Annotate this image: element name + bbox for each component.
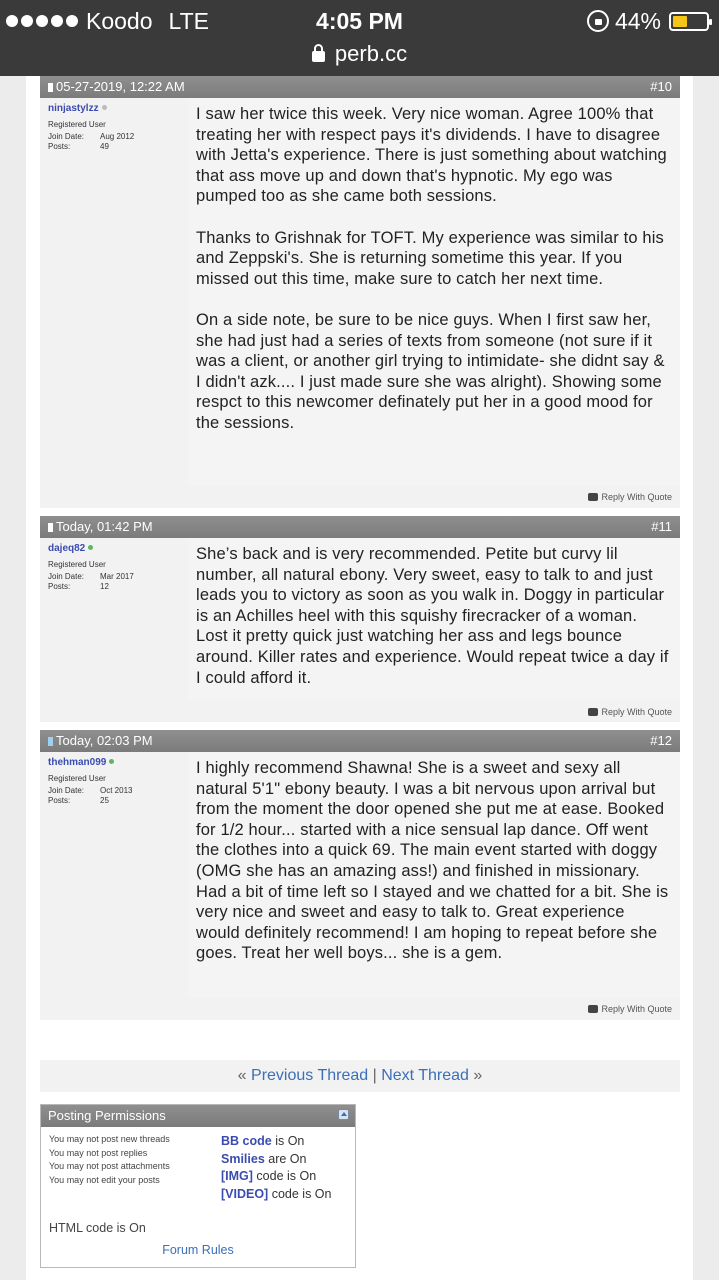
join-date-label: Join Date: — [48, 572, 85, 581]
html-code-state: HTML code is On — [49, 1221, 146, 1235]
nav-separator: | — [372, 1067, 377, 1084]
post-date: Today, 01:42 PM — [56, 519, 153, 534]
thread-navigation: « Previous Thread | Next Thread » — [40, 1060, 680, 1092]
posting-permissions-panel: Posting Permissions You may not post new… — [40, 1104, 356, 1268]
reply-with-quote-button[interactable]: Reply With Quote — [588, 707, 672, 717]
offline-indicator-icon — [101, 105, 107, 110]
user-role: Registered User — [48, 560, 106, 569]
video-code-state: code is On — [271, 1186, 332, 1201]
post-body: I highly recommend Shawna! She is a swee… — [188, 752, 680, 998]
post-count-label: Posts: — [48, 142, 71, 151]
address-bar[interactable]: perb.cc — [0, 40, 719, 68]
post: 05-27-2019, 12:22 AM #10 ninjastylzz Reg… — [40, 76, 680, 508]
post-header: Today, 02:03 PM #12 — [40, 730, 680, 752]
reply-with-quote-label: Reply With Quote — [601, 492, 672, 502]
user-info: thehman099 Registered User Join Date: Oct… — [48, 757, 188, 805]
status-bar: Koodo LTE 4:05 PM 44% perb.cc — [0, 0, 719, 76]
panel-title: Posting Permissions — [48, 1108, 166, 1123]
forum-rules-link[interactable]: Forum Rules — [41, 1243, 355, 1257]
smilies-state: are On — [268, 1151, 307, 1166]
post-date: 05-27-2019, 12:22 AM — [56, 79, 185, 94]
user-info: dajeq82 Registered User Join Date: Mar 20… — [48, 543, 188, 591]
online-indicator-icon — [109, 759, 115, 764]
post-number-link[interactable]: #11 — [651, 516, 672, 538]
permission-rules: You may not post new threads You may not… — [49, 1133, 170, 1187]
bbcode-link[interactable]: BB code — [221, 1134, 272, 1148]
post: Today, 02:03 PM #12 thehman099 Registere… — [40, 730, 680, 1020]
join-date-value: Oct 2013 — [100, 786, 133, 795]
padlock-icon — [311, 44, 325, 62]
quote-icon — [588, 1005, 599, 1013]
bbcode-state: is On — [275, 1134, 305, 1148]
rule-item: You may not edit your posts — [49, 1174, 160, 1185]
post-header: Today, 01:42 PM #11 — [40, 516, 680, 538]
post-body: I saw her twice this week. Very nice wom… — [188, 98, 680, 486]
username-link[interactable]: thehman099 — [48, 757, 106, 768]
join-date-label: Join Date: — [48, 132, 85, 141]
username-link[interactable]: dajeq82 — [48, 543, 85, 554]
next-arrow-icon: » — [473, 1067, 483, 1084]
post-status-icon — [48, 83, 53, 92]
post-count-value: 12 — [100, 582, 109, 591]
post-body: She’s back and is very recommended. Peti… — [188, 538, 680, 700]
previous-thread-link[interactable]: Previous Thread — [251, 1067, 368, 1084]
post: Today, 01:42 PM #11 dajeq82 Registered U… — [40, 516, 680, 722]
battery-percent: 44% — [614, 8, 661, 34]
reply-with-quote-label: Reply With Quote — [601, 1004, 672, 1014]
post-number-link[interactable]: #10 — [650, 76, 672, 98]
username-link[interactable]: ninjastylzz — [48, 103, 99, 114]
rule-item: You may not post new threads — [49, 1134, 170, 1144]
online-indicator-icon — [88, 545, 94, 550]
rotation-lock-icon — [586, 10, 609, 32]
reply-with-quote-button[interactable]: Reply With Quote — [588, 492, 672, 502]
prev-arrow-icon: « — [237, 1067, 247, 1084]
user-info: ninjastylzz Registered User Join Date: Au… — [48, 103, 188, 151]
img-code-link[interactable]: [IMG] — [221, 1169, 253, 1183]
post-count-value: 49 — [100, 142, 109, 151]
markup-settings: BB code is On Smilies are On [IMG] code … — [221, 1133, 351, 1203]
post-status-icon — [48, 737, 53, 746]
post-count-value: 25 — [100, 796, 109, 805]
collapse-icon[interactable] — [338, 1109, 349, 1120]
reply-with-quote-button[interactable]: Reply With Quote — [588, 1004, 672, 1014]
join-date-value: Mar 2017 — [100, 572, 134, 581]
user-role: Registered User — [48, 120, 106, 129]
reply-with-quote-label: Reply With Quote — [601, 707, 672, 717]
user-role: Registered User — [48, 774, 106, 783]
rule-item: You may not post attachments — [49, 1161, 170, 1171]
rule-item: You may not post replies — [49, 1147, 148, 1158]
video-code-link[interactable]: [VIDEO] — [221, 1187, 268, 1201]
join-date-label: Join Date: — [48, 786, 85, 795]
post-count-label: Posts: — [48, 582, 71, 591]
url-text: perb.cc — [334, 41, 408, 66]
post-header: 05-27-2019, 12:22 AM #10 — [40, 76, 680, 98]
post-number-link[interactable]: #12 — [650, 730, 672, 752]
battery-icon — [669, 11, 712, 31]
next-thread-link[interactable]: Next Thread — [381, 1067, 469, 1084]
post-count-label: Posts: — [48, 796, 71, 805]
quote-icon — [588, 708, 599, 716]
page-content: 05-27-2019, 12:22 AM #10 ninjastylzz Reg… — [26, 76, 693, 1280]
post-status-icon — [48, 523, 53, 532]
smilies-link[interactable]: Smilies — [221, 1152, 265, 1166]
img-code-state: code is On — [256, 1169, 317, 1183]
quote-icon — [588, 493, 599, 501]
post-date: Today, 02:03 PM — [56, 733, 153, 748]
join-date-value: Aug 2012 — [100, 132, 135, 141]
